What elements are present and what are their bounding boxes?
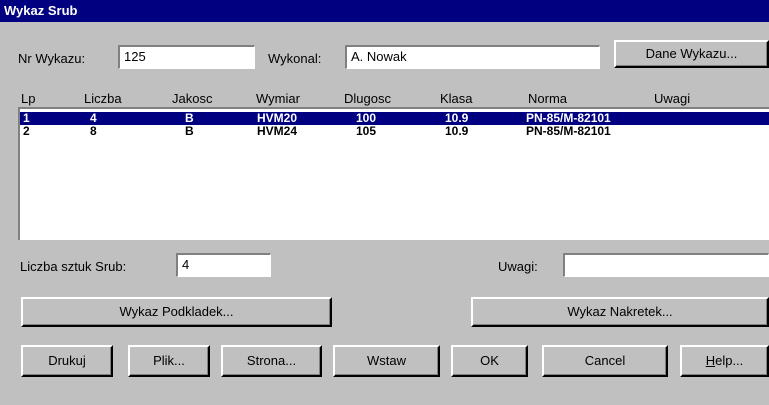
column-header-lp: Lp: [21, 91, 36, 106]
uwagi-field[interactable]: [563, 253, 769, 277]
column-header-dlugosc: Dlugosc: [344, 91, 391, 106]
column-header-klasa: Klasa: [440, 91, 473, 106]
wykaz-nakretek-button[interactable]: Wykaz Nakretek...: [471, 297, 769, 327]
column-header-liczba: Liczba: [84, 91, 122, 106]
column-header-jakosc: Jakosc: [172, 91, 213, 106]
cancel-button[interactable]: Cancel: [542, 345, 668, 377]
wykaz-podkladek-button[interactable]: Wykaz Podkladek...: [21, 297, 332, 327]
nr-wykazu-field[interactable]: 125: [118, 45, 255, 69]
wstaw-button[interactable]: Wstaw: [333, 345, 440, 377]
cell-norma: PN-85/M-82101: [526, 124, 611, 138]
dane-wykazu-button-label: Dane Wykazu...: [645, 46, 738, 61]
cell-jakosc: B: [185, 124, 194, 138]
cell-wymiar: HVM24: [257, 124, 298, 138]
column-header-wymiar: Wymiar: [256, 91, 300, 106]
table-row[interactable]: 2 8 B HVM24 105 10.9 PN-85/M-82101: [20, 125, 769, 138]
wstaw-label: Wstaw: [367, 353, 406, 368]
cell-liczba: 8: [90, 124, 97, 138]
column-header-uwagi: Uwagi: [654, 91, 691, 106]
cell-lp: 2: [23, 124, 30, 138]
cancel-label: Cancel: [584, 353, 626, 368]
drukuj-label: Drukuj: [48, 353, 86, 368]
column-header-norma: Norma: [528, 91, 568, 106]
drukuj-button[interactable]: Drukuj: [21, 345, 113, 377]
wykonal-label: Wykonal:: [268, 51, 322, 66]
plik-label: Plik...: [153, 353, 185, 368]
plik-button[interactable]: Plik...: [128, 345, 210, 377]
cell-dlugosc: 105: [356, 124, 377, 138]
bolt-list[interactable]: 1 4 B HVM20 100 10.9 PN-85/M-82101 2 8 B…: [18, 107, 769, 240]
window-title: Wykaz Srub: [4, 3, 78, 18]
cell-klasa: 10.9: [445, 124, 469, 138]
liczba-sztuk-field[interactable]: 4: [176, 253, 271, 277]
nr-wykazu-label: Nr Wykazu:: [18, 51, 86, 66]
uwagi-label: Uwagi:: [498, 259, 538, 274]
dane-wykazu-button[interactable]: Dane Wykazu...: [614, 40, 769, 68]
help-button[interactable]: Help...: [680, 345, 769, 377]
wykaz-podkladek-label: Wykaz Podkladek...: [119, 304, 234, 319]
strona-label: Strona...: [246, 353, 297, 368]
wykaz-nakretek-label: Wykaz Nakretek...: [567, 304, 673, 319]
window-title-bar: Wykaz Srub: [0, 0, 769, 22]
ok-button[interactable]: OK: [451, 345, 528, 377]
help-mnemonic: H: [705, 353, 716, 368]
wykonal-field[interactable]: A. Nowak: [345, 45, 600, 69]
help-label: Help...: [682, 347, 767, 375]
strona-button[interactable]: Strona...: [221, 345, 322, 377]
help-label-rest: elp...: [715, 353, 744, 368]
ok-label: OK: [480, 353, 499, 368]
table-row[interactable]: 1 4 B HVM20 100 10.9 PN-85/M-82101: [20, 112, 769, 125]
liczba-sztuk-label: Liczba sztuk Srub:: [20, 259, 127, 274]
